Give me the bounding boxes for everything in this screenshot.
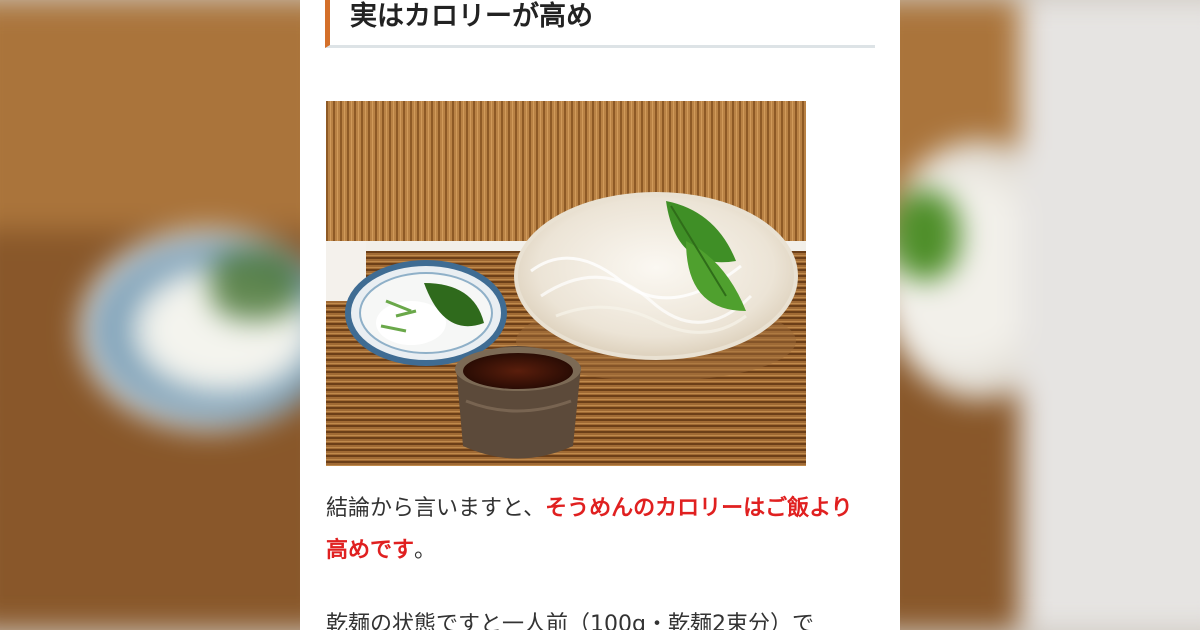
blurred-background-left [0,0,330,630]
share-image: 実はカロリーが高め 結論から言いますと、そうめんのカロリーはご飯より高めです。 … [0,0,1200,630]
section-heading: 実はカロリーが高め [325,0,875,48]
paragraph-lead: 結論から言いますと、 [326,496,546,521]
detail-paragraph: 乾麺の状態ですと一人前（100g・乾麺2束分）で [326,612,814,630]
conclusion-paragraph: 結論から言いますと、そうめんのカロリーはご飯より高めです。 [326,488,866,572]
blurred-background-right [870,0,1200,630]
somen-photo [326,101,806,466]
article-card: 実はカロリーが高め 結論から言いますと、そうめんのカロリーはご飯より高めです。 … [300,0,900,630]
paragraph-tail: 。 [414,538,437,563]
section-heading-text: 実はカロリーが高め [350,1,593,32]
